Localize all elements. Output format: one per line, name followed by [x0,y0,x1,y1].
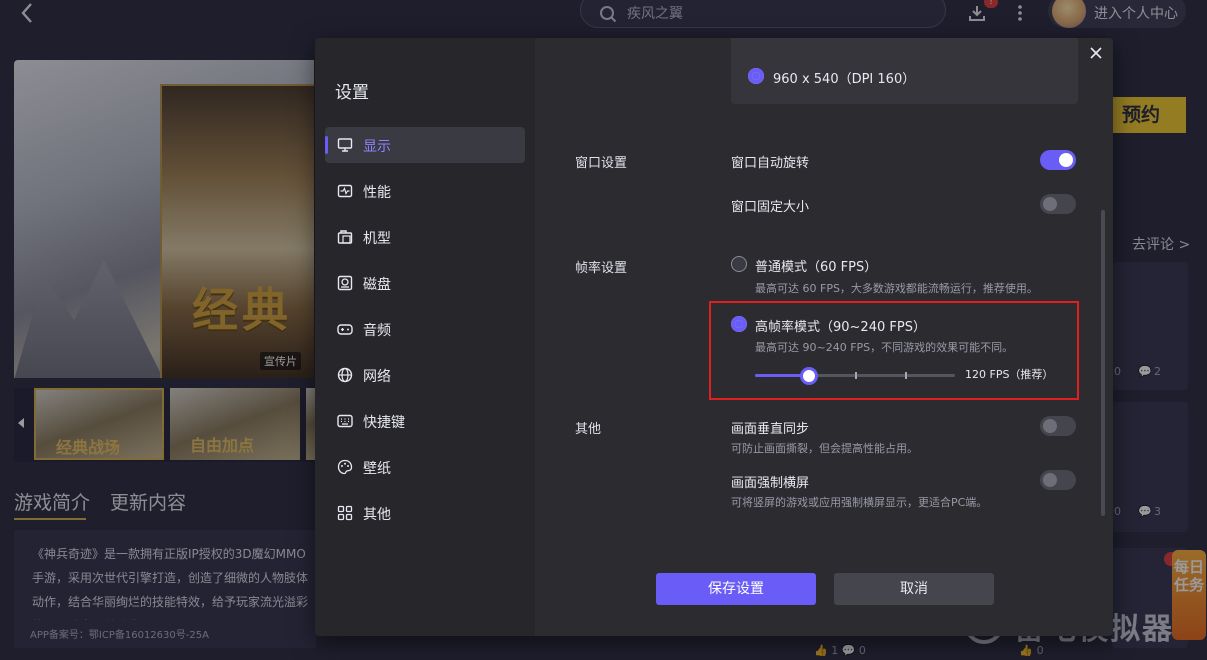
high-framerate-description: 最高可达 90~240 FPS，不同游戏的效果可能不同。 [755,341,1014,354]
slider-tick [905,372,907,379]
nav-label: 磁盘 [363,277,391,293]
auto-rotate-toggle[interactable] [1040,150,1076,170]
resolution-label: 960 x 540（DPI 160） [773,72,916,87]
fixed-size-label: 窗口固定大小 [731,200,810,215]
toggle-knob [1043,473,1057,487]
high-framerate-label: 高帧率模式（90~240 FPS） [755,320,926,335]
phone-model-icon [337,229,353,245]
performance-icon [337,183,353,199]
nav-wallpaper[interactable]: 壁纸 [325,449,525,485]
vsync-label: 画面垂直同步 [731,422,810,437]
scrollbar[interactable] [1101,210,1105,516]
nav-display[interactable]: 显示 [325,127,525,163]
normal-mode-description: 最高可达 60 FPS，大多数游戏都能流畅运行，推荐使用。 [755,282,1038,295]
nav-other[interactable]: 其他 [325,495,525,531]
toggle-knob [1043,197,1057,211]
dialog-title: 设置 [335,83,369,103]
nav-label: 机型 [363,231,391,247]
nav-phone-model[interactable]: 机型 [325,219,525,255]
settings-sidebar: 设置 显示 性能 机型 磁盘 音频 网络 快捷键 壁纸 其他 [315,38,535,636]
save-settings-button[interactable]: 保存设置 [656,573,816,605]
nav-label: 快捷键 [363,415,405,431]
nav-label: 音频 [363,323,391,339]
nav-audio[interactable]: 音频 [325,311,525,347]
other-icon [337,505,353,521]
resolution-option-box: 960 x 540（DPI 160） [731,38,1078,104]
nav-label: 性能 [363,185,391,201]
normal-mode-radio[interactable] [731,256,747,272]
fps-value-label: 120 FPS（推荐） [965,368,1054,381]
wallpaper-icon [337,459,353,475]
vsync-description: 可防止画面撕裂，但会提高性能占用。 [731,442,918,455]
nav-shortcuts[interactable]: 快捷键 [325,403,525,439]
nav-label: 显示 [363,139,391,155]
disk-icon [337,275,353,291]
monitor-icon [337,137,353,153]
framerate-section-label: 帧率设置 [575,261,628,276]
other-section-label: 其他 [575,422,602,437]
normal-mode-label: 普通模式（60 FPS） [755,260,878,275]
audio-icon [337,321,353,337]
network-icon [337,367,353,383]
nav-label: 网络 [363,369,391,385]
auto-rotate-label: 窗口自动旋转 [731,156,810,171]
keyboard-icon [337,413,353,429]
high-framerate-radio[interactable] [731,316,747,332]
slider-tick [855,372,857,379]
toggle-knob [1059,153,1073,167]
vsync-toggle[interactable] [1040,416,1076,436]
nav-network[interactable]: 网络 [325,357,525,393]
fixed-size-toggle[interactable] [1040,194,1076,214]
slider-thumb[interactable] [800,367,818,385]
resolution-radio[interactable] [748,68,764,84]
force-landscape-description: 可将竖屏的游戏或应用强制横屏显示，更适合PC端。 [731,496,988,509]
window-section-label: 窗口设置 [575,156,628,171]
nav-label: 其他 [363,507,391,523]
settings-dialog: 设置 显示 性能 机型 磁盘 音频 网络 快捷键 壁纸 其他 960 x 540… [315,38,1113,636]
nav-label: 壁纸 [363,461,391,477]
nav-disk[interactable]: 磁盘 [325,265,525,301]
force-landscape-label: 画面强制横屏 [731,476,810,491]
settings-content: 960 x 540（DPI 160） 窗口设置 窗口自动旋转 窗口固定大小 帧率… [535,38,1113,636]
force-landscape-toggle[interactable] [1040,470,1076,490]
fps-slider[interactable] [755,367,955,385]
cancel-button[interactable]: 取消 [834,573,994,605]
toggle-knob [1043,419,1057,433]
nav-performance[interactable]: 性能 [325,173,525,209]
